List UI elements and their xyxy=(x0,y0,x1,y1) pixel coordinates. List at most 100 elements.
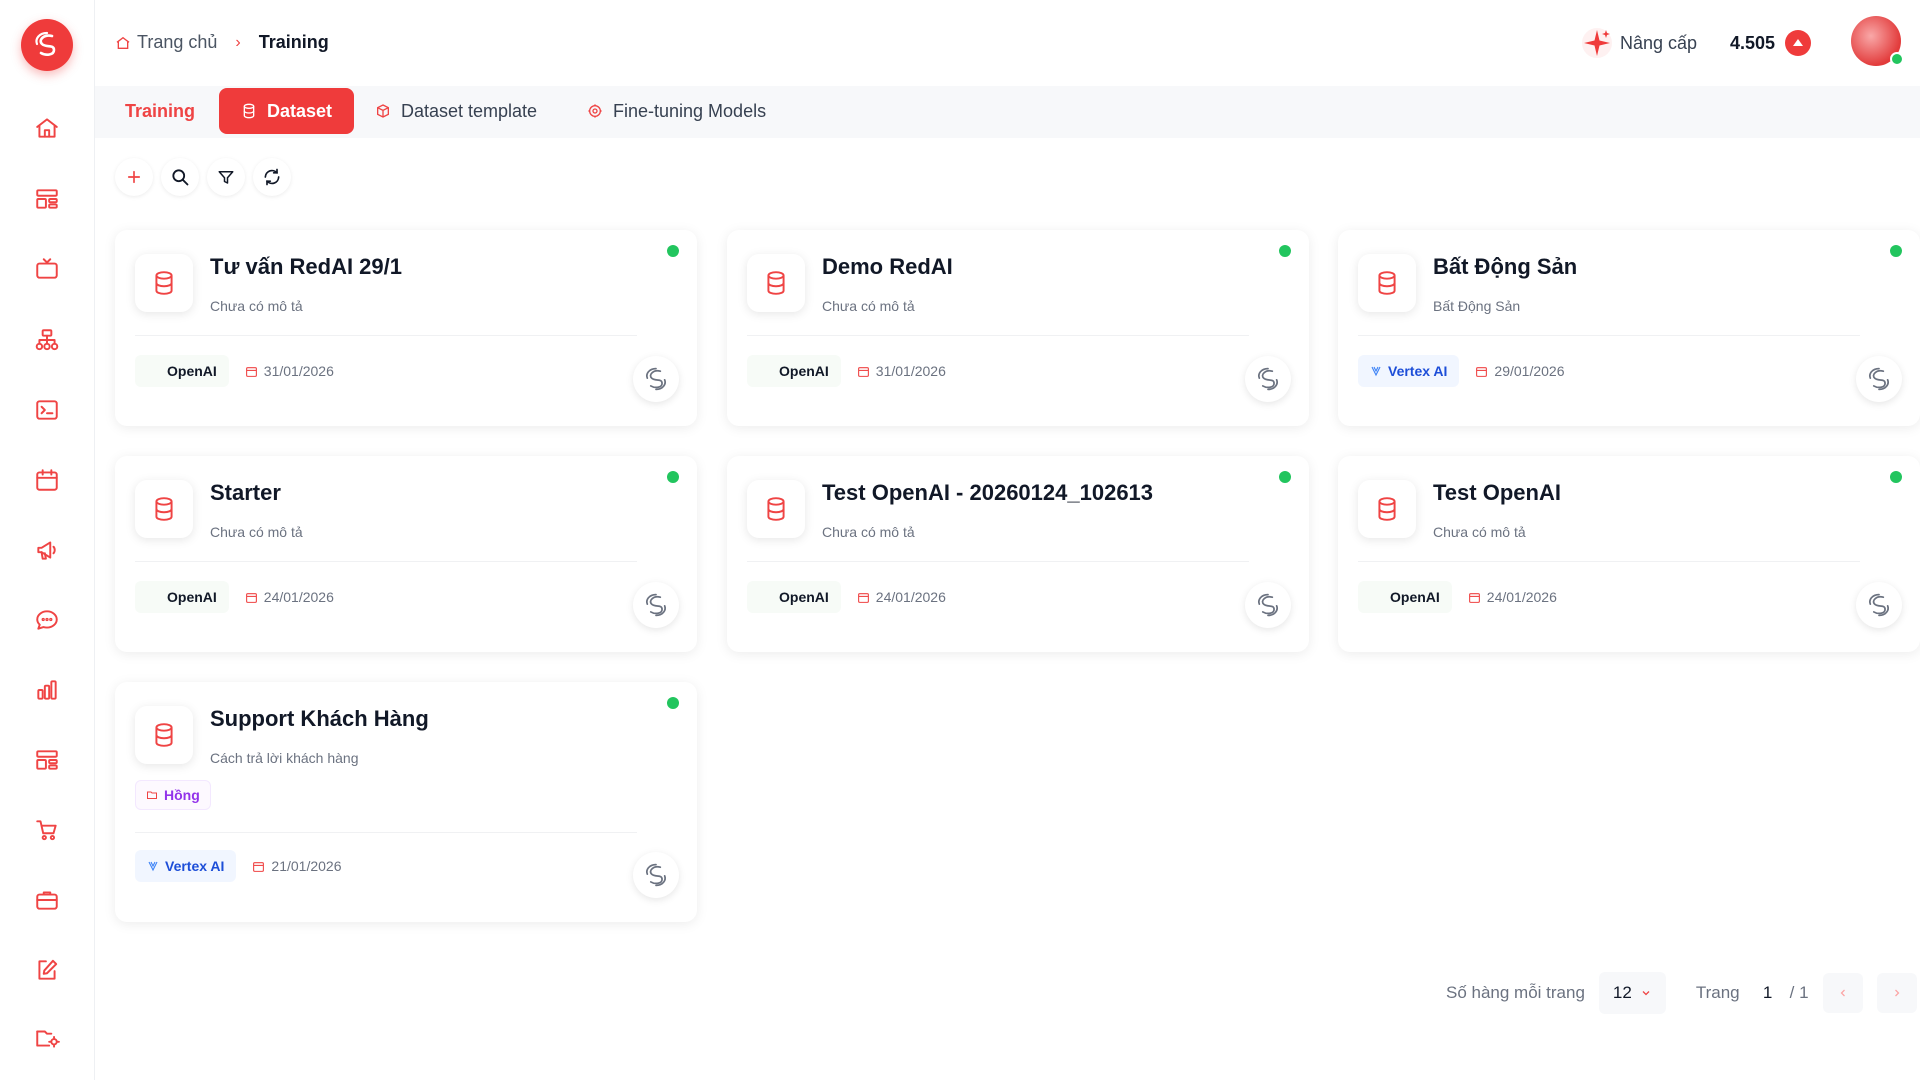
bar-chart-icon xyxy=(37,680,57,700)
divider xyxy=(135,832,637,833)
database-icon xyxy=(747,254,805,312)
refresh-button[interactable] xyxy=(253,158,291,196)
filter-button[interactable] xyxy=(207,158,245,196)
dataset-card[interactable]: Support Khách Hàng Cách trả lời khách hà… xyxy=(115,682,697,922)
layout-icon xyxy=(36,750,58,770)
provider-badge: OpenAI xyxy=(747,355,841,387)
status-dot xyxy=(1279,245,1291,257)
prev-page-button[interactable] xyxy=(1822,973,1863,1013)
card-description: Bất Động Sản xyxy=(1433,298,1521,314)
plus-icon xyxy=(127,170,141,184)
card-tag: Hồng xyxy=(135,780,211,810)
credits-balance[interactable]: 4.505 xyxy=(1730,30,1812,56)
divider xyxy=(1358,335,1860,336)
nav-home[interactable] xyxy=(27,108,67,148)
app-logo[interactable] xyxy=(21,19,73,71)
card-date: 24/01/2026 xyxy=(1468,589,1557,605)
cart-icon xyxy=(36,820,57,841)
divider xyxy=(135,335,637,336)
edit-icon xyxy=(38,959,58,980)
page-total: / 1 xyxy=(1789,983,1809,1002)
status-dot xyxy=(667,245,679,257)
nav-settings[interactable] xyxy=(27,1018,67,1058)
dataset-card[interactable]: Tư vấn RedAI 29/1 Chưa có mô tả OpenAI 3… xyxy=(115,230,697,426)
card-action-button[interactable] xyxy=(1856,582,1902,628)
card-footer: OpenAI 31/01/2026 xyxy=(747,355,946,387)
status-dot xyxy=(667,471,679,483)
card-action-button[interactable] xyxy=(1856,356,1902,402)
calendar-icon xyxy=(1468,592,1480,603)
tab-training[interactable]: Training xyxy=(103,88,217,134)
online-status-dot xyxy=(1890,52,1904,66)
divider xyxy=(747,335,1249,336)
next-page-button[interactable] xyxy=(1876,973,1917,1013)
sparkle-icon xyxy=(1582,28,1612,58)
tab-dataset[interactable]: Dataset xyxy=(219,88,355,134)
card-date-value: 31/01/2026 xyxy=(875,363,946,379)
sidebar xyxy=(0,0,95,1080)
nav-workflow[interactable] xyxy=(27,320,67,360)
status-dot xyxy=(1890,245,1902,257)
nav-terminal[interactable] xyxy=(27,390,67,430)
breadcrumb-home[interactable]: Trang chủ xyxy=(115,32,217,53)
card-title: Starter xyxy=(210,480,281,505)
dataset-card[interactable]: Test OpenAI Chưa có mô tả OpenAI 24/01/2… xyxy=(1338,456,1920,652)
tab-dataset-template[interactable]: Dataset template xyxy=(353,88,559,134)
tabs-bar: Training Dataset Dataset template Fine-t… xyxy=(95,86,1920,138)
card-action-button[interactable] xyxy=(633,582,679,628)
add-button[interactable] xyxy=(115,158,153,196)
credit-coin-icon xyxy=(1785,30,1812,56)
provider-badge: OpenAI xyxy=(747,581,841,613)
divider xyxy=(135,561,637,562)
nav-analytics[interactable] xyxy=(27,670,67,710)
divider xyxy=(747,561,1249,562)
provider-badge: Vertex AI xyxy=(135,850,237,882)
nav-calendar[interactable] xyxy=(27,460,67,500)
card-action-button[interactable] xyxy=(633,356,679,402)
tab-fine-tuning-models-label: Fine-tuning Models xyxy=(613,100,767,121)
dataset-card[interactable]: Demo RedAI Chưa có mô tả OpenAI 31/01/20… xyxy=(727,230,1309,426)
nav-templates[interactable] xyxy=(27,740,67,780)
card-footer: OpenAI 31/01/2026 xyxy=(135,355,334,387)
database-icon xyxy=(747,480,805,538)
nav-dashboard[interactable] xyxy=(27,179,67,219)
page-label: Trang xyxy=(1695,983,1740,1002)
tv-icon xyxy=(36,258,58,279)
provider-badge: Vertex AI xyxy=(1358,355,1460,387)
card-action-button[interactable] xyxy=(1245,582,1291,628)
tab-fine-tuning-models[interactable]: Fine-tuning Models xyxy=(565,88,788,134)
upgrade-label: Nâng cấp xyxy=(1620,32,1698,53)
breadcrumb-current: Training xyxy=(258,32,329,52)
calendar-icon xyxy=(245,592,257,603)
rows-per-page-select[interactable]: 12 xyxy=(1598,972,1666,1014)
nav-agents[interactable] xyxy=(27,249,67,289)
dataset-card[interactable]: Starter Chưa có mô tả OpenAI 24/01/2026 xyxy=(115,456,697,652)
nav-shop[interactable] xyxy=(27,810,67,850)
box-icon xyxy=(377,104,389,118)
dataset-card[interactable]: Test OpenAI - 20260124_102613 Chưa có mô… xyxy=(727,456,1309,652)
nav-business[interactable] xyxy=(27,880,67,920)
database-icon xyxy=(1358,254,1416,312)
card-action-button[interactable] xyxy=(1245,356,1291,402)
home-icon xyxy=(36,118,58,138)
page-input[interactable]: 1 xyxy=(1750,975,1786,1011)
nav-marketing[interactable] xyxy=(27,530,67,570)
chat-icon xyxy=(36,610,58,630)
card-action-button[interactable] xyxy=(633,852,679,898)
layout-icon xyxy=(36,189,58,209)
calendar-icon xyxy=(857,592,869,603)
search-button[interactable] xyxy=(161,158,199,196)
status-dot xyxy=(667,697,679,709)
dataset-card[interactable]: Bất Động Sản Bất Động Sản Vertex AI 29/0… xyxy=(1338,230,1920,426)
briefcase-icon xyxy=(36,891,58,910)
megaphone-icon xyxy=(37,541,56,560)
chevron-down-icon xyxy=(1642,991,1650,996)
card-description: Chưa có mô tả xyxy=(1433,524,1526,540)
card-description: Chưa có mô tả xyxy=(210,298,303,314)
nav-edit[interactable] xyxy=(27,950,67,990)
calendar-icon xyxy=(36,469,58,491)
upgrade-button[interactable]: Nâng cấp xyxy=(1580,26,1697,60)
nav-chat[interactable] xyxy=(27,600,67,640)
logo-icon xyxy=(1258,367,1278,391)
logo-icon xyxy=(1869,367,1889,391)
